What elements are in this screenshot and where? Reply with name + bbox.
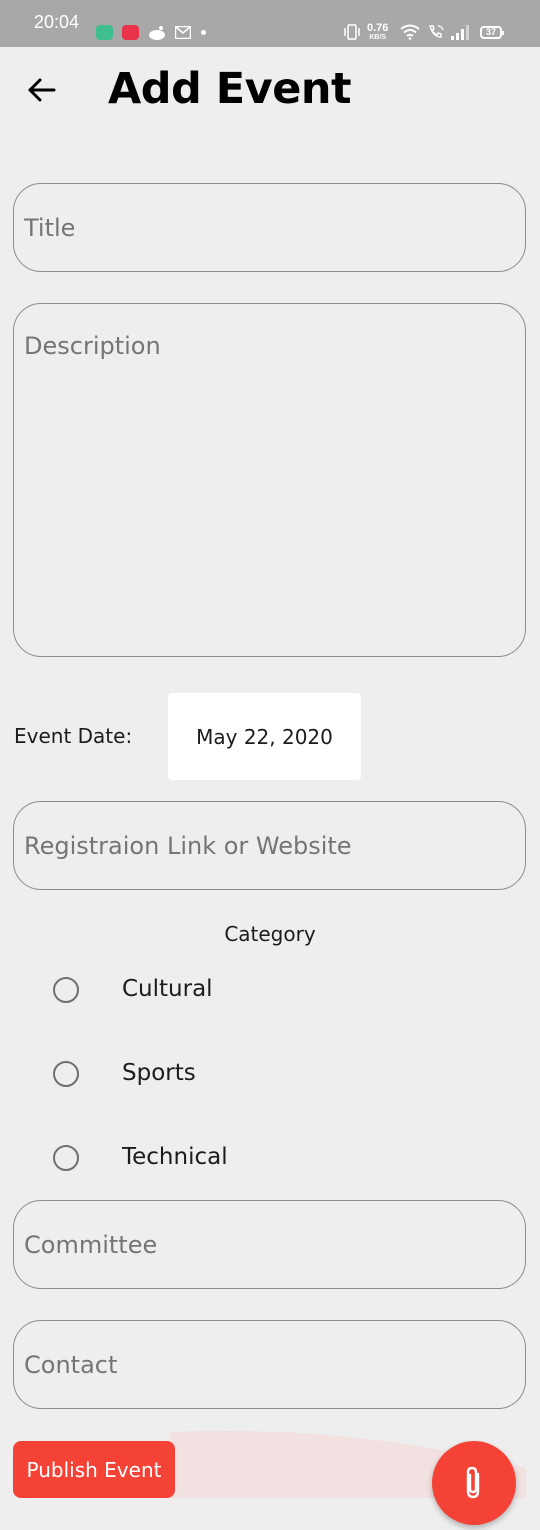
committee-placeholder: Committee [24, 1231, 158, 1259]
radio-button[interactable] [53, 1061, 79, 1087]
registration-link-placeholder: Registraion Link or Website [24, 832, 352, 860]
chat-icon [96, 25, 113, 40]
gmail-icon [175, 26, 191, 39]
category-option-label: Sports [122, 1060, 196, 1086]
status-time: 20:04 [34, 12, 80, 32]
publish-event-button[interactable]: Publish Event [13, 1441, 175, 1498]
committee-input[interactable]: Committee [13, 1200, 526, 1289]
back-button[interactable] [22, 70, 62, 110]
video-icon [122, 25, 139, 40]
dot-icon [201, 30, 206, 35]
radio-button[interactable] [53, 1145, 79, 1171]
contact-input[interactable]: Contact [13, 1320, 526, 1409]
publish-event-label: Publish Event [26, 1457, 162, 1482]
arrow-left-icon [28, 78, 56, 102]
radio-button[interactable] [53, 977, 79, 1003]
description-placeholder: Description [24, 332, 161, 360]
event-date-label: Event Date: [14, 724, 133, 748]
wifi-call-icon [429, 25, 444, 38]
wifi-icon [400, 24, 420, 40]
description-input[interactable]: Description [13, 303, 526, 657]
paperclip-icon [466, 1466, 480, 1499]
contact-placeholder: Contact [24, 1351, 118, 1379]
page-title: Add Event [108, 64, 352, 114]
category-option-label: Cultural [122, 976, 213, 1002]
category-option-cultural[interactable]: Cultural [52, 971, 352, 1011]
vibrate-icon [344, 24, 360, 40]
category-option-technical[interactable]: Technical [52, 1139, 352, 1179]
event-date-picker[interactable]: May 22, 2020 [168, 693, 361, 780]
category-option-sports[interactable]: Sports [52, 1055, 352, 1095]
network-speed: 0.76 KB/S [367, 22, 389, 42]
status-bar: 20:04 0.76 KB/S 37 [0, 0, 540, 47]
reddit-icon [149, 26, 165, 40]
event-date-value: May 22, 2020 [196, 724, 333, 749]
signal-icon [451, 25, 469, 40]
registration-link-input[interactable]: Registraion Link or Website [13, 801, 526, 890]
category-option-label: Technical [122, 1144, 228, 1170]
battery-icon: 37 [480, 26, 504, 39]
attach-file-button[interactable] [432, 1441, 516, 1525]
title-placeholder: Title [24, 214, 76, 242]
category-label: Category [224, 922, 316, 946]
network-speed-unit: KB/S [369, 34, 387, 41]
title-input[interactable]: Title [13, 183, 526, 272]
network-speed-value: 0.76 [367, 22, 389, 34]
